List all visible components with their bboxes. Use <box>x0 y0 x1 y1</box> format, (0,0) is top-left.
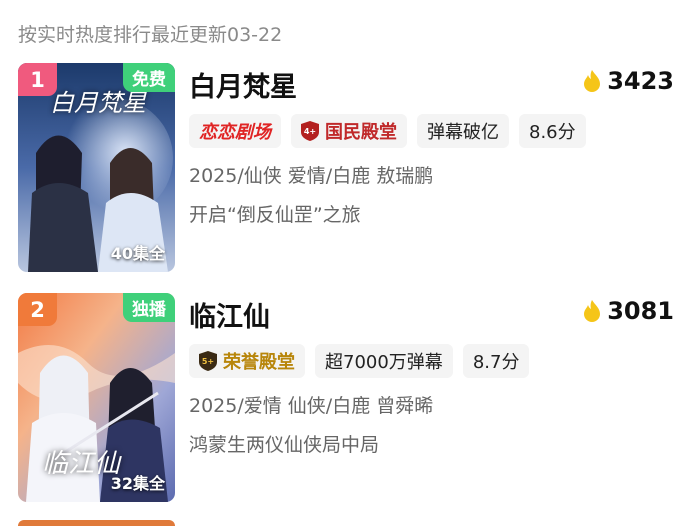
tag-national-hall[interactable]: 4+ 国民殿堂 <box>291 114 407 148</box>
tag-lianlian-theater[interactable]: 恋恋剧场 <box>189 114 281 148</box>
heat-value: 3423 <box>607 67 674 95</box>
tag-list: 5+ 荣誉殿堂 超7000万弹幕 8.7分 <box>189 344 530 378</box>
rank-badge: 2 <box>18 293 57 326</box>
heat-score: 3081 <box>583 297 674 325</box>
heat-value: 3081 <box>607 297 674 325</box>
next-item-poster-peek <box>18 520 175 526</box>
tag-danmaku[interactable]: 超7000万弹幕 <box>315 344 453 378</box>
exclusive-badge: 独播 <box>123 293 175 322</box>
flame-icon <box>584 70 601 92</box>
tag-label: 荣誉殿堂 <box>223 352 295 373</box>
tag-label: 国民殿堂 <box>325 122 397 143</box>
shield-icon: 4+ <box>301 121 319 141</box>
drama-meta: 2025/仙侠 爱情/白鹿 敖瑞鹏 <box>189 165 434 187</box>
tag-label: 8.7分 <box>472 352 520 373</box>
poster-image[interactable]: 白月梵星 1 免费 40集全 <box>18 63 175 272</box>
drama-description: 开启“倒反仙罡”之旅 <box>189 204 361 226</box>
drama-description: 鸿蒙生两仪仙侠局中局 <box>189 434 380 456</box>
episode-count: 32集全 <box>110 474 165 493</box>
list-item[interactable]: 临江仙 2 独播 32集全 临江仙 3081 5+ 荣誉殿堂 超7000万弹幕 … <box>0 293 690 508</box>
heat-score: 3423 <box>583 67 674 95</box>
poster-title-text: 临江仙 <box>42 449 121 479</box>
drama-title[interactable]: 白月梵星 <box>189 65 297 104</box>
shield-icon: 5+ <box>199 351 217 371</box>
tag-honor-hall[interactable]: 5+ 荣誉殿堂 <box>189 344 305 378</box>
flame-icon <box>584 300 601 322</box>
tag-score[interactable]: 8.6分 <box>519 114 586 148</box>
drama-meta: 2025/爱情 仙侠/白鹿 曾舜晞 <box>189 395 434 417</box>
tag-label: 8.6分 <box>529 122 576 143</box>
tag-label: 弹幕破亿 <box>427 122 499 143</box>
free-badge: 免费 <box>123 63 175 92</box>
svg-text:5+: 5+ <box>202 357 214 366</box>
list-item[interactable]: 白月梵星 1 免费 40集全 白月梵星 3423 恋恋剧场 4+ 国民殿堂 弹幕… <box>0 63 690 278</box>
tag-list: 恋恋剧场 4+ 国民殿堂 弹幕破亿 8.6分 <box>189 114 586 148</box>
tag-label: 恋恋剧场 <box>199 122 271 143</box>
rank-badge: 1 <box>18 63 57 96</box>
ranking-header: 按实时热度排行最近更新03-22 <box>18 24 283 46</box>
episode-count: 40集全 <box>110 244 165 263</box>
poster-image[interactable]: 临江仙 2 独播 32集全 <box>18 293 175 502</box>
svg-text:4+: 4+ <box>304 127 316 136</box>
tag-label: 超7000万弹幕 <box>325 352 443 373</box>
tag-danmaku[interactable]: 弹幕破亿 <box>417 114 509 148</box>
drama-title[interactable]: 临江仙 <box>189 295 270 334</box>
tag-score[interactable]: 8.7分 <box>462 344 530 378</box>
